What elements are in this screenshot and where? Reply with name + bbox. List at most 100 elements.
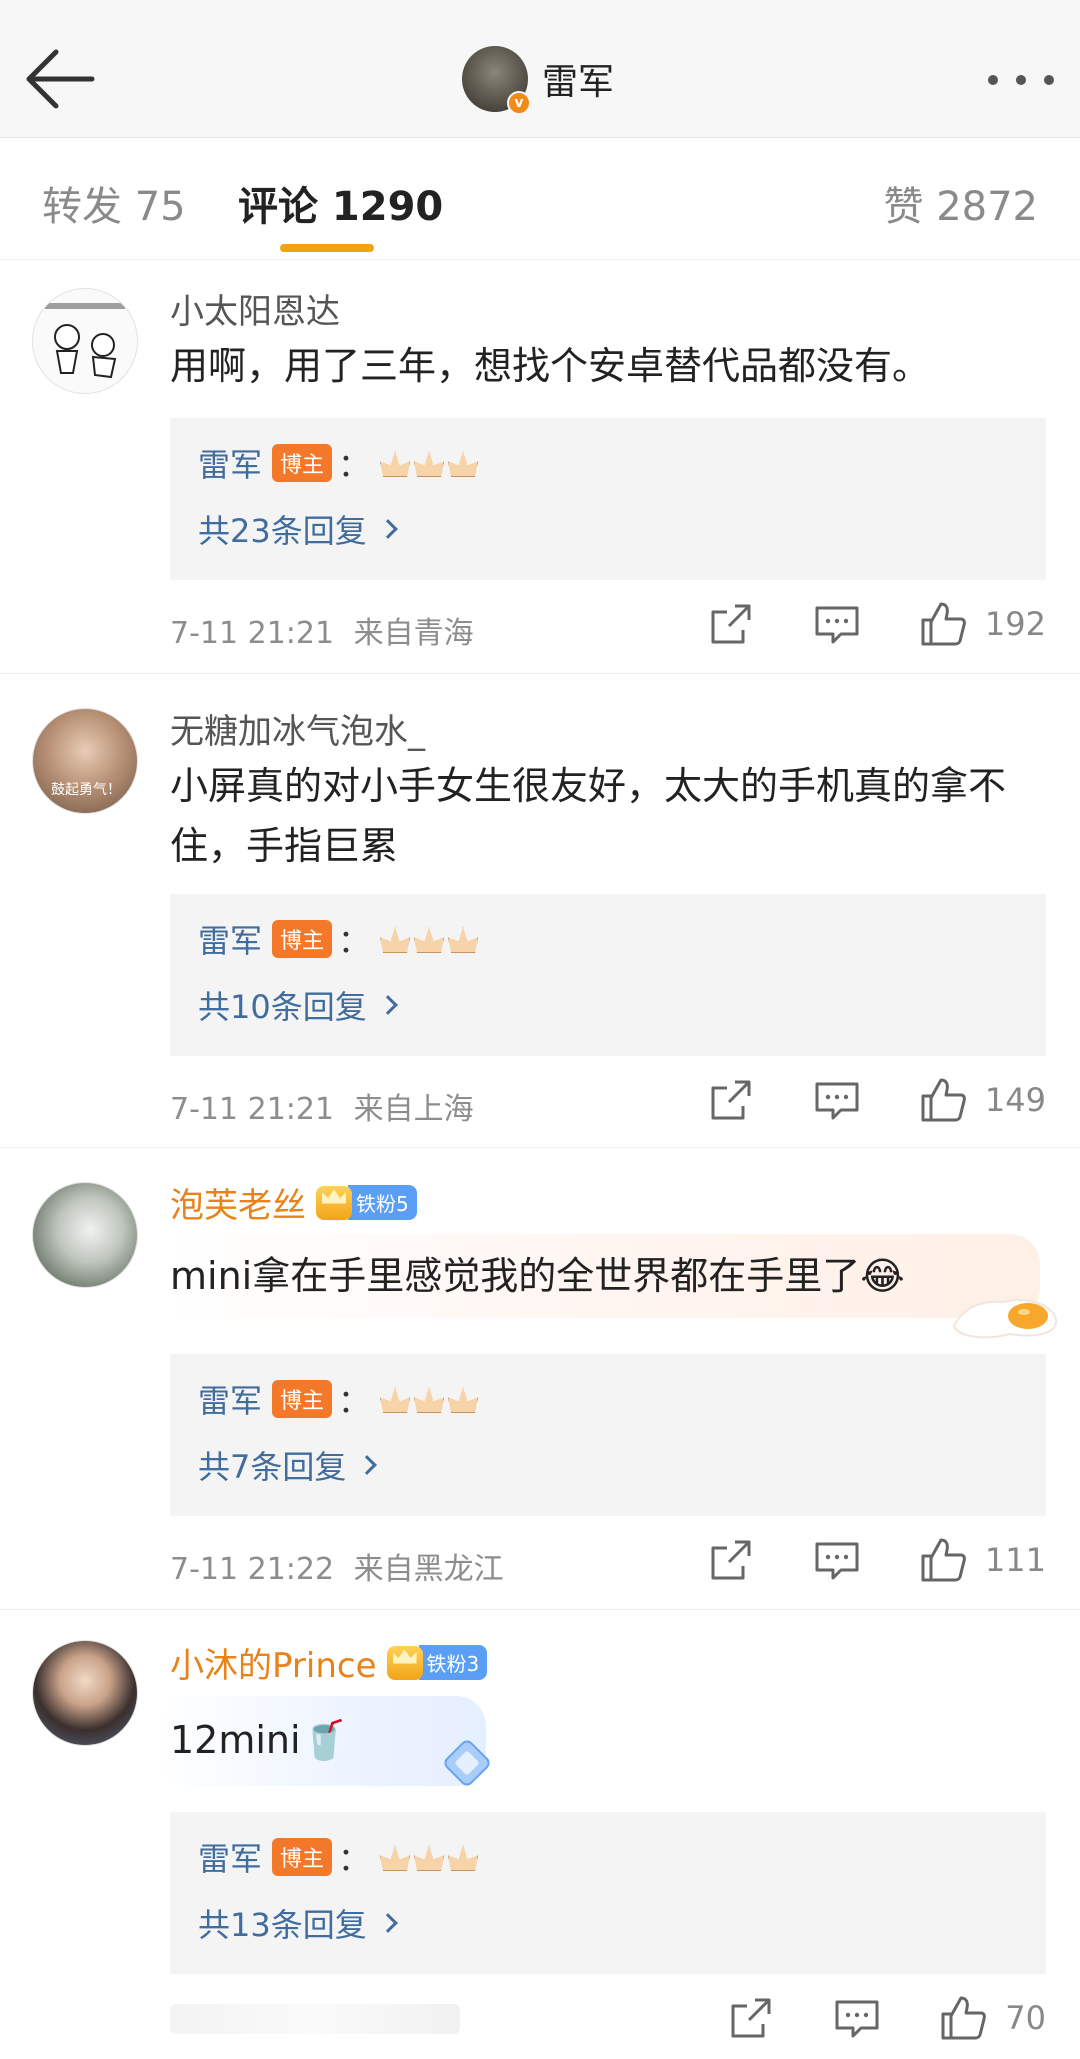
avatar[interactable] [32,1640,138,1746]
reply-preview[interactable]: 雷军 博主 ： 共13条回复 [170,1812,1046,1974]
tab-likes[interactable]: 赞 2872 [883,174,1038,232]
fan-badge-label: 铁粉5 [348,1185,417,1220]
comment-item: 泡芙老丝 铁粉5 mini拿在手里感觉我的全世界都在手里了😂 雷军 博主 ： 共… [0,1148,1080,1610]
like-icon[interactable] [917,1536,969,1584]
comment-text: 12mini🥤 [170,1718,348,1762]
tab-repost[interactable]: 转发 75 [42,174,186,232]
chevron-right-icon [377,1913,398,1933]
comment-username-text: 小沐的Prince [170,1646,377,1686]
comment-actions: 111 [705,1536,1046,1584]
host-badge: 博主 [272,1380,333,1418]
comment-meta: 7-11 21:22 来自黑龙江 [170,1544,504,1588]
comment-username[interactable]: 小太阳恩达 [170,284,340,333]
fan-badge: 铁粉5 [316,1185,417,1220]
comment-icon[interactable] [811,600,863,648]
comment-username-text: 泡芙老丝 [170,1186,306,1226]
tab-comments[interactable]: 评论 1290 [238,174,443,232]
comment-location: 来自青海 [353,616,474,651]
chevron-right-icon [377,995,398,1015]
active-tab-indicator [280,244,374,252]
reply-preview[interactable]: 雷军 博主 ： 共7条回复 [170,1354,1046,1516]
reply-count-link[interactable]: 共7条回复 [198,1442,378,1488]
comment-time: 7-11 21:21 [170,616,335,651]
reply-count-link[interactable]: 共23条回复 [198,506,398,552]
host-badge: 博主 [272,1838,333,1876]
like-icon[interactable] [937,1994,989,2042]
reply-colon: ： [338,1382,371,1420]
reply-preview[interactable]: 雷军 博主 ： 共23条回复 [170,418,1046,580]
comment-location: 来自黑龙江 [353,1552,504,1587]
comment-username[interactable]: 无糖加冰气泡水_ [170,704,425,753]
comment-username[interactable]: 泡芙老丝 铁粉5 [170,1178,417,1227]
share-icon[interactable] [705,1536,757,1584]
tab-bar: 转发 75 评论 1290 赞 2872 [0,138,1080,260]
avatar-caption: 鼓起勇气！ [51,782,121,798]
reply-line: 雷军 博主 ： [198,440,478,486]
more-dots-icon[interactable] [988,60,1054,100]
host-badge: 博主 [272,444,333,482]
author-avatar[interactable]: v [462,46,531,115]
chevron-right-icon [377,519,398,539]
reply-count-link[interactable]: 共13条回复 [198,1900,398,1946]
reply-author[interactable]: 雷军 [198,1834,262,1880]
like-count: 70 [1005,1999,1046,2037]
reply-preview[interactable]: 雷军 博主 ： 共10条回复 [170,894,1046,1056]
reply-author[interactable]: 雷军 [198,1376,262,1422]
comment-item: 小沐的Prince 铁粉3 12mini🥤 雷军 博主 ： 共13条回复 70 [0,1610,1080,2059]
like-count: 192 [984,605,1046,643]
fan-badge: 铁粉3 [386,1645,488,1680]
clap-emoji-icons [378,1385,478,1413]
comment-text: 小屏真的对小手女生很友好，太大的手机真的拿不住，手指巨累 [170,764,1007,868]
reply-count-label: 共10条回复 [198,988,367,1026]
clap-emoji-icons [378,449,478,477]
reply-count-label: 共13条回复 [198,1906,367,1944]
comment-meta: 7-11 21:21 来自青海 [170,608,474,652]
clap-emoji-icons [378,925,478,953]
comment-username[interactable]: 小沐的Prince 铁粉3 [170,1638,488,1687]
reply-colon: ： [338,446,371,484]
share-icon[interactable] [705,600,757,648]
reply-colon: ： [338,922,371,960]
share-icon[interactable] [705,1076,757,1124]
reply-line: 雷军 博主 ： [198,916,478,962]
comment-location: 来自上海 [353,1092,474,1127]
comment-time: 7-11 21:22 [170,1552,335,1587]
reply-author[interactable]: 雷军 [198,916,262,962]
like-icon[interactable] [917,1076,969,1124]
like-count: 111 [984,1541,1046,1579]
comment-actions: 149 [705,1076,1046,1124]
chevron-right-icon [357,1455,378,1475]
comment-icon[interactable] [831,1994,883,2042]
avatar[interactable] [32,1182,138,1288]
reply-count-label: 共23条回复 [198,512,367,550]
crown-icon [386,1645,423,1680]
author-name[interactable]: 雷军 [542,53,614,105]
comment-meta: 7-11 21:21 来自上海 [170,1084,474,1128]
like-count: 149 [984,1081,1046,1119]
comment-icon[interactable] [811,1076,863,1124]
comment-icon[interactable] [811,1536,863,1584]
reply-colon: ： [338,1840,371,1878]
reply-count-link[interactable]: 共10条回复 [198,982,398,1028]
crown-icon [316,1185,352,1220]
avatar[interactable] [32,288,138,394]
comment-actions: 70 [725,1994,1046,2042]
reply-author[interactable]: 雷军 [198,440,262,486]
like-icon[interactable] [917,600,969,648]
blurred-meta-placeholder [170,2004,460,2034]
comment-time: 7-11 21:21 [170,1092,335,1127]
clap-emoji-icons [378,1843,478,1871]
fan-badge-label: 铁粉3 [418,1645,488,1680]
reply-line: 雷军 博主 ： [198,1376,478,1422]
share-icon[interactable] [725,1994,777,2042]
verified-badge-icon: v [507,91,531,115]
comment-item: 鼓起勇气！ 无糖加冰气泡水_ 小屏真的对小手女生很友好，太大的手机真的拿不住，手… [0,674,1080,1148]
top-bar: v 雷军 [0,0,1080,138]
comment-text: 用啊，用了三年，想找个安卓替代品都没有。 [170,344,931,388]
post-author[interactable]: v 雷军 [462,46,614,115]
comment-item: 小太阳恩达 用啊，用了三年，想找个安卓替代品都没有。 雷军 博主 ： 共23条回… [0,262,1080,674]
avatar[interactable]: 鼓起勇气！ [32,708,138,814]
back-arrow-icon[interactable] [22,42,102,116]
comment-text: mini拿在手里感觉我的全世界都在手里了😂 [170,1254,905,1298]
host-badge: 博主 [272,920,333,958]
